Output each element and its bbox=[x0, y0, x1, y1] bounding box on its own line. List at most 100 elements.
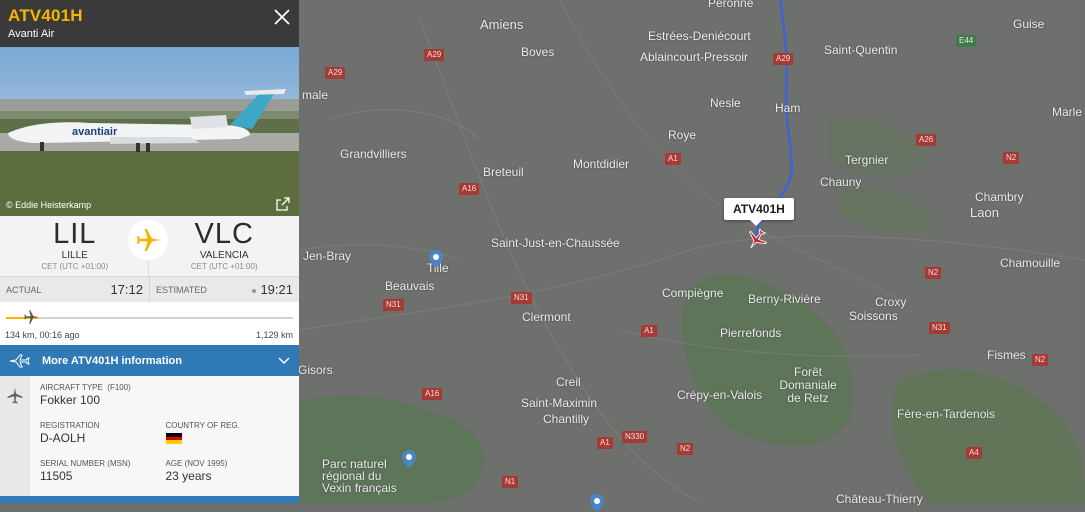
panel-header: ATV401H Avanti Air bbox=[0, 0, 299, 47]
origin-city: LILLE bbox=[61, 250, 88, 261]
destination-timezone: CET (UTC +01:00) bbox=[190, 262, 258, 271]
photo-credit: © Eddie Heisterkamp bbox=[6, 200, 92, 210]
close-icon[interactable] bbox=[273, 8, 291, 26]
route-plane-badge bbox=[128, 220, 168, 260]
flight-progress: 134 km, 00:16 ago 1,129 km bbox=[0, 302, 299, 345]
place-label: Compiègne bbox=[662, 286, 724, 300]
place-label: Chantilly bbox=[543, 412, 590, 426]
more-info-label: More ATV401H information bbox=[42, 354, 182, 367]
place-label: Fismes bbox=[987, 348, 1026, 362]
place-label: Tergnier bbox=[845, 153, 889, 167]
aircraft-photo-image: avantiair bbox=[0, 47, 299, 216]
airplane-icon bbox=[136, 228, 161, 252]
place-label: Estrées-Deniécourt bbox=[648, 29, 751, 43]
road-shield: A4 bbox=[966, 447, 982, 459]
place-label: male bbox=[302, 88, 329, 102]
road-shield: N1 bbox=[502, 476, 519, 488]
plane-outline-icon bbox=[9, 354, 30, 367]
place-label: Beauvais bbox=[385, 279, 435, 293]
road-shield: A29 bbox=[773, 53, 794, 65]
country-label: COUNTRY OF REG. bbox=[165, 421, 240, 430]
place-label: Berny-Rivière bbox=[748, 292, 821, 306]
age-value: 23 years bbox=[165, 469, 212, 483]
estimated-label: ESTIMATED bbox=[156, 284, 207, 295]
place-label: Crépy-en-Valois bbox=[677, 388, 763, 402]
road-shield: N330 bbox=[622, 431, 648, 443]
flight-callsign: ATV401H bbox=[8, 6, 83, 25]
distance-remaining: 1,129 km bbox=[255, 330, 293, 340]
actual-time: 17:12 bbox=[110, 282, 143, 297]
place-label: Parc naturel régional du Vexin français bbox=[322, 457, 397, 495]
chevron-down-icon bbox=[278, 356, 290, 364]
road-shield: A16 bbox=[422, 388, 443, 400]
distance-flown: 134 km, 00:16 ago bbox=[5, 330, 80, 340]
actual-label: ACTUAL bbox=[6, 284, 42, 295]
road-shield: A29 bbox=[325, 67, 346, 79]
route-divider bbox=[148, 260, 149, 276]
place-label: Saint-Just-en-Chaussée bbox=[491, 236, 620, 250]
details-sidebar bbox=[0, 376, 30, 497]
road-shield: N31 bbox=[511, 292, 532, 304]
place-label: Chambry bbox=[975, 190, 1024, 204]
place-label: Grandvilliers bbox=[340, 147, 407, 161]
registration-label: REGISTRATION bbox=[40, 421, 100, 430]
place-label: Forêt Domaniale de Retz bbox=[779, 365, 837, 405]
place-label: Péronne bbox=[708, 0, 754, 10]
place-label: Roye bbox=[668, 128, 697, 142]
flight-info-panel: ATV401H Avanti Air avantiair © Eddie Hei… bbox=[0, 0, 299, 503]
place-label: Montdidier bbox=[573, 157, 630, 171]
road-shield: N2 bbox=[677, 443, 694, 455]
external-link-icon[interactable] bbox=[275, 196, 291, 212]
flight-times: ACTUAL 17:12 ESTIMATED 19:21 bbox=[0, 276, 299, 302]
road-shield: N2 bbox=[1032, 354, 1049, 366]
country-field: COUNTRY OF REG. bbox=[165, 420, 292, 458]
aircraft-details: AIRCRAFT TYPE (F100) Fokker 100 REGISTRA… bbox=[0, 376, 299, 497]
road-shield: N2 bbox=[925, 267, 942, 279]
details-row: SERIAL NUMBER (MSN) 11505 AGE (NOV 1995)… bbox=[40, 458, 291, 496]
place-label: Breteuil bbox=[483, 165, 524, 179]
airport-pin-icon[interactable] bbox=[402, 450, 416, 468]
origin-airport[interactable]: LIL LILLE CET (UTC +01:00) bbox=[0, 216, 150, 276]
place-label: Chauny bbox=[820, 175, 862, 189]
destination-city: VALENCIA bbox=[199, 250, 249, 261]
place-label: Gisors bbox=[298, 363, 333, 377]
flight-callsign-tag[interactable]: ATV401H bbox=[724, 198, 794, 226]
place-label: Nesle bbox=[710, 96, 741, 110]
road-shield: A26 bbox=[916, 134, 937, 146]
place-label: Ablaincourt-Pressoir bbox=[640, 50, 749, 64]
actual-departure: ACTUAL 17:12 bbox=[0, 277, 149, 302]
place-label: Fère-en-Tardenois bbox=[897, 407, 996, 421]
panel-bottom-bar bbox=[0, 496, 299, 503]
aircraft-marker-icon[interactable] bbox=[744, 226, 770, 252]
place-label: Marle bbox=[1052, 105, 1083, 119]
destination-airport[interactable]: VLC VALENCIA CET (UTC +01:00) bbox=[150, 216, 300, 276]
progress-plane-icon bbox=[24, 310, 39, 324]
more-info-button[interactable]: More ATV401H information bbox=[0, 345, 299, 376]
road-shield: A16 bbox=[459, 183, 480, 195]
estimated-time: 19:21 bbox=[260, 282, 293, 297]
road-shield: N2 bbox=[1003, 152, 1020, 164]
registration-field: REGISTRATION D-AOLH bbox=[40, 420, 166, 458]
progress-track bbox=[6, 317, 293, 319]
airport-pin-icon[interactable] bbox=[590, 494, 604, 512]
estimated-time-wrap: 19:21 bbox=[252, 282, 293, 297]
aircraft-photo[interactable]: avantiair © Eddie Heisterkamp bbox=[0, 47, 299, 216]
road-shield: A1 bbox=[597, 437, 613, 449]
aircraft-type-label: AIRCRAFT TYPE bbox=[40, 383, 103, 392]
serial-value: 11505 bbox=[40, 469, 73, 483]
place-label: Soissons bbox=[849, 309, 898, 323]
destination-code: VLC bbox=[194, 218, 254, 250]
road-shield: E44 bbox=[956, 35, 977, 47]
serial-field: SERIAL NUMBER (MSN) 11505 bbox=[40, 458, 166, 496]
age-label: AGE (NOV 1995) bbox=[165, 459, 228, 468]
aircraft-type-code: (F100) bbox=[107, 383, 131, 392]
place-label: Saint-Quentin bbox=[824, 43, 898, 57]
aircraft-type-icon bbox=[7, 387, 23, 404]
origin-code: LIL bbox=[53, 218, 97, 250]
place-label: Boves bbox=[521, 45, 555, 59]
place-label: Creil bbox=[556, 375, 581, 389]
road-shield: A1 bbox=[665, 153, 681, 165]
place-label: Saint-Maximin bbox=[521, 396, 598, 410]
place-label: Amiens bbox=[480, 17, 524, 32]
airport-pin-icon[interactable] bbox=[429, 250, 443, 268]
